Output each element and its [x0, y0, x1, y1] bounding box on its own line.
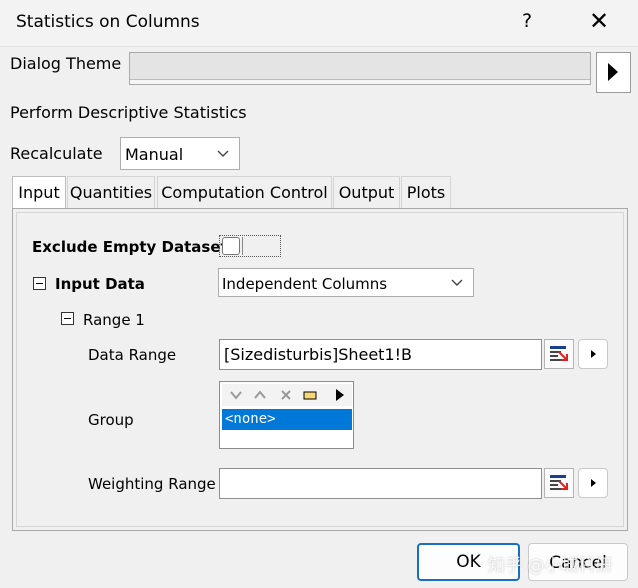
tab-plots[interactable]: Plots [401, 176, 451, 208]
select-range-button[interactable] [544, 339, 574, 369]
help-button[interactable]: ? [522, 10, 532, 32]
watermark: 知乎 @小城科研 [488, 556, 613, 576]
rename-icon[interactable] [302, 387, 318, 403]
window-title: Statistics on Columns [16, 12, 200, 32]
select-range-icon [550, 346, 568, 361]
collapse-input-data-icon[interactable] [33, 277, 46, 290]
tab-input[interactable]: Input [12, 176, 66, 210]
theme-menu-button[interactable] [596, 52, 631, 93]
dialog-theme-field[interactable] [129, 52, 591, 85]
group-listbox[interactable]: <none> [219, 381, 354, 449]
move-down-icon[interactable] [228, 387, 244, 403]
input-data-label: Input Data [55, 275, 145, 293]
tab-output[interactable]: Output [333, 176, 400, 208]
chevron-down-icon [451, 279, 463, 286]
toggle-knob [222, 237, 240, 255]
data-range-menu-button[interactable] [578, 339, 608, 369]
data-range-input[interactable]: [Sizedisturbis]Sheet1!B [219, 339, 542, 370]
remove-icon[interactable] [278, 387, 294, 403]
close-button[interactable]: ✕ [589, 7, 609, 35]
weighting-range-label: Weighting Range [88, 475, 216, 493]
play-arrow-icon [608, 63, 618, 81]
move-up-icon[interactable] [252, 387, 268, 403]
group-list-item[interactable]: <none> [222, 409, 352, 430]
select-weighting-range-button[interactable] [544, 468, 574, 498]
play-arrow-icon [591, 350, 596, 358]
recalculate-select[interactable]: Manual [120, 137, 240, 170]
collapse-range-icon[interactable] [61, 312, 74, 325]
chevron-down-icon [217, 150, 229, 157]
exclude-empty-label: Exclude Empty Dataset [32, 238, 228, 256]
weighting-range-input[interactable] [219, 468, 542, 499]
input-data-value: Independent Columns [222, 275, 388, 293]
tab-quantities[interactable]: Quantities [67, 176, 155, 208]
range-label: Range 1 [83, 311, 145, 329]
play-arrow-icon[interactable] [332, 387, 348, 403]
tab-computation-control[interactable]: Computation Control [157, 176, 332, 208]
recalculate-value: Manual [125, 145, 184, 164]
input-data-select[interactable]: Independent Columns [218, 268, 474, 297]
exclude-empty-toggle[interactable] [219, 235, 281, 257]
select-range-icon [550, 475, 568, 490]
dialog-theme-label: Dialog Theme [10, 54, 122, 73]
data-range-label: Data Range [88, 346, 177, 364]
section-title: Perform Descriptive Statistics [10, 103, 247, 122]
recalculate-label: Recalculate [10, 144, 103, 163]
group-label: Group [88, 411, 134, 429]
weighting-range-menu-button[interactable] [578, 468, 608, 498]
play-arrow-icon [591, 479, 596, 487]
group-toolbar [222, 384, 352, 406]
